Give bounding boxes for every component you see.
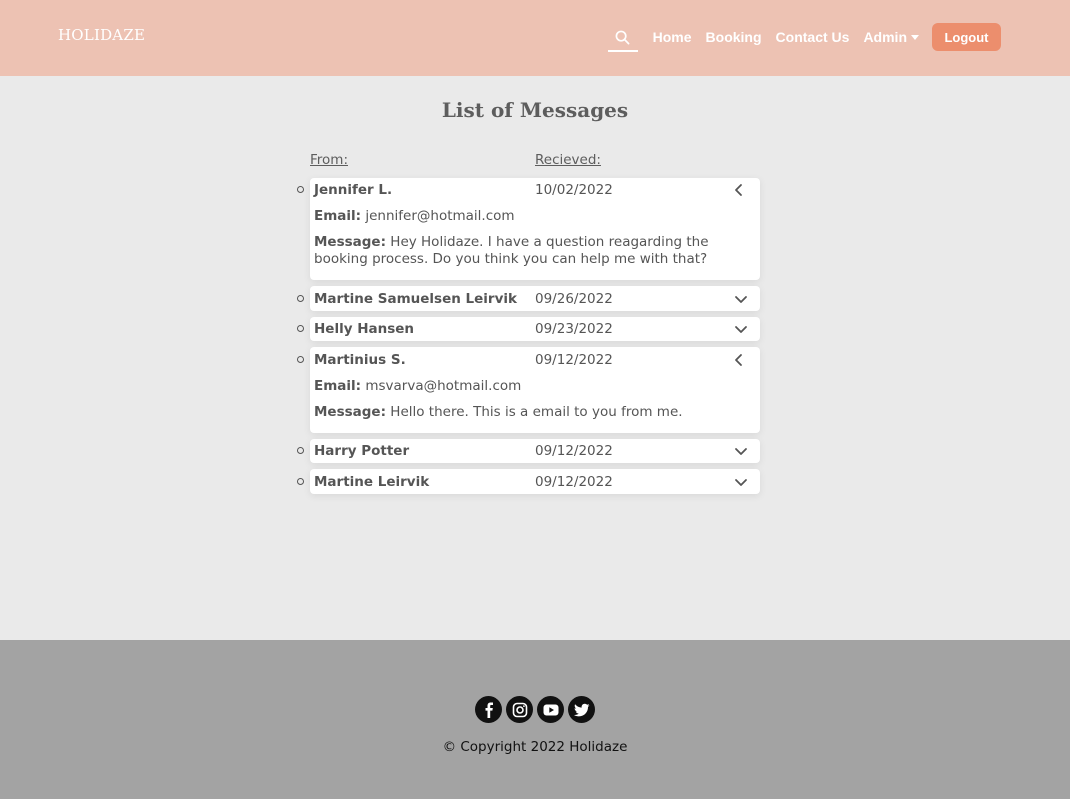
caret-down-icon (911, 34, 919, 40)
message-label: Message: (314, 234, 386, 250)
message-date: 09/12/2022 (535, 352, 613, 368)
message-label: Message: (314, 404, 386, 420)
message-item[interactable]: Martinius S. 09/12/2022 Email: msvarva@h… (297, 347, 760, 433)
nav-search-button[interactable] (607, 22, 638, 52)
message-email-line: Email: jennifer@hotmail.com (314, 208, 734, 225)
email-label: Email: (314, 208, 362, 224)
message-item[interactable]: Martine Samuelsen Leirvik 09/26/2022 (297, 286, 760, 311)
facebook-icon[interactable] (475, 696, 502, 723)
message-item[interactable]: Jennifer L. 10/02/2022 Email: jennifer@h… (297, 178, 760, 280)
list-bullet (297, 478, 304, 485)
message-body: Hello there. This is a email to you from… (390, 404, 683, 420)
nav-admin-dropdown[interactable]: Admin (863, 29, 919, 45)
list-bullet (297, 356, 304, 363)
message-sender: Martinius S. (314, 352, 406, 368)
chevron-down-icon[interactable] (733, 321, 749, 337)
message-body-line: Message: Hey Holidaze. I have a question… (314, 234, 734, 268)
email-label: Email: (314, 378, 362, 394)
logout-button[interactable]: Logout (932, 23, 1001, 51)
message-email: msvarva@hotmail.com (365, 378, 522, 394)
column-header-from: From: (310, 152, 348, 168)
message-date: 09/23/2022 (535, 321, 613, 337)
list-bullet (297, 325, 304, 332)
youtube-icon[interactable] (537, 696, 564, 723)
message-body-line: Message: Hello there. This is a email to… (314, 404, 734, 421)
message-sender: Harry Potter (314, 443, 410, 459)
chevron-down-icon[interactable] (733, 291, 749, 307)
search-icon (615, 30, 630, 44)
instagram-icon[interactable] (506, 696, 533, 723)
message-date: 09/12/2022 (535, 443, 613, 459)
site-logo[interactable]: HOLIDAZE (58, 26, 145, 44)
copyright-text: © Copyright 2022 Holidaze (442, 739, 628, 755)
message-item[interactable]: Harry Potter 09/12/2022 (297, 439, 760, 463)
column-header-received: Recieved: (535, 152, 601, 168)
list-bullet (297, 186, 304, 193)
site-footer: © Copyright 2022 Holidaze (0, 640, 1070, 799)
message-item[interactable]: Martine Leirvik 09/12/2022 (297, 469, 760, 494)
message-date: 10/02/2022 (535, 182, 613, 198)
message-sender: Jennifer L. (314, 182, 393, 198)
list-bullet (297, 295, 304, 302)
message-item[interactable]: Helly Hansen 09/23/2022 (297, 317, 760, 341)
message-date: 09/26/2022 (535, 291, 613, 307)
message-sender: Helly Hansen (314, 321, 415, 337)
chevron-left-icon[interactable] (731, 352, 747, 368)
message-email-line: Email: msvarva@hotmail.com (314, 378, 734, 395)
nav-admin-label: Admin (863, 29, 907, 45)
nav-link-booking[interactable]: Booking (706, 29, 762, 45)
nav-link-contact[interactable]: Contact Us (776, 29, 850, 45)
message-email: jennifer@hotmail.com (365, 208, 515, 224)
site-header: HOLIDAZE Home Booking Contact Us Admin L… (0, 0, 1070, 76)
chevron-down-icon[interactable] (733, 443, 749, 459)
message-sender: Martine Leirvik (314, 474, 430, 490)
social-links (475, 696, 595, 723)
twitter-icon[interactable] (568, 696, 595, 723)
message-date: 09/12/2022 (535, 474, 613, 490)
message-sender: Martine Samuelsen Leirvik (314, 291, 517, 307)
nav-link-home[interactable]: Home (653, 29, 692, 45)
page-title: List of Messages (441, 98, 629, 122)
main-nav: Home Booking Contact Us Admin Logout (607, 22, 1001, 52)
chevron-down-icon[interactable] (733, 474, 749, 490)
chevron-left-icon[interactable] (731, 182, 747, 198)
list-bullet (297, 447, 304, 454)
